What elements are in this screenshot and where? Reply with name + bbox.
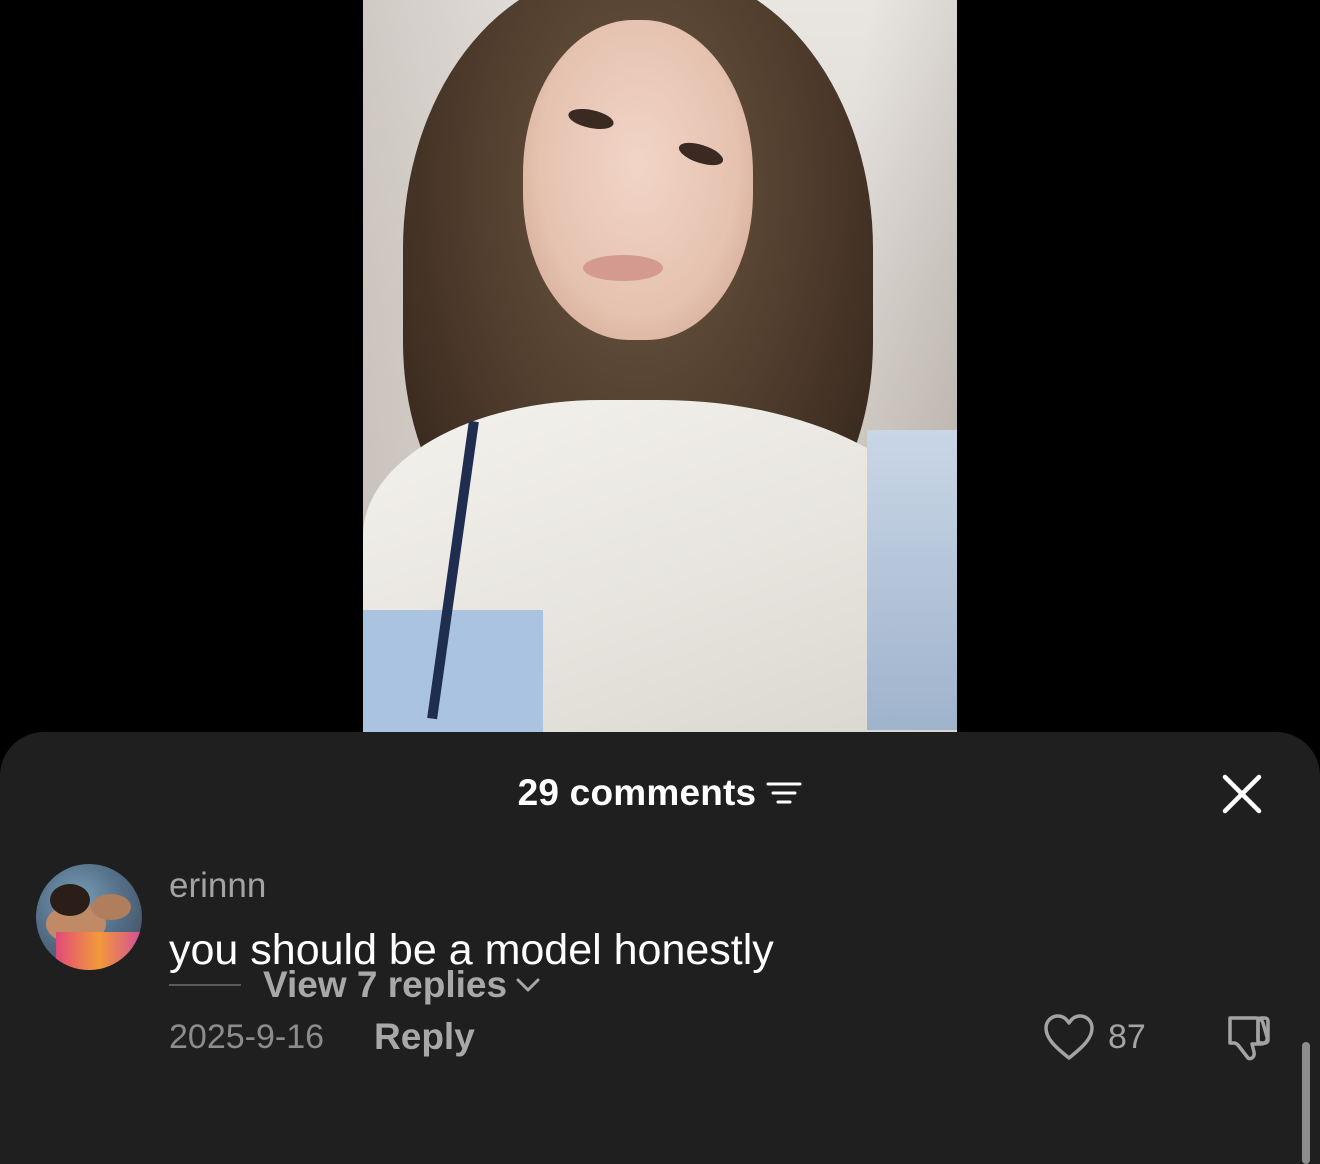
comments-count-group: 29 comments (518, 772, 803, 814)
comment-date: 2025-9-16 (169, 1017, 325, 1056)
video-subject-lips (583, 255, 663, 281)
video-player[interactable] (363, 0, 957, 740)
video-subject-jacket-detail (867, 430, 957, 730)
avatar[interactable] (36, 864, 142, 970)
reply-button[interactable]: Reply (374, 1016, 475, 1058)
like-count: 87 (1108, 1017, 1146, 1056)
video-subject-jacket-detail (363, 610, 543, 740)
like-button[interactable]: 87 (1042, 1012, 1146, 1062)
replies-divider (169, 984, 241, 986)
view-replies-button[interactable]: View 7 replies (169, 964, 541, 1006)
comment-username[interactable]: erinnn (169, 866, 266, 906)
heart-icon (1044, 1014, 1094, 1060)
scrollbar[interactable] (1302, 1042, 1310, 1164)
avatar-detail (56, 932, 142, 970)
close-icon[interactable] (1220, 772, 1264, 816)
video-subject-face (523, 20, 753, 340)
comment-meta: 2025-9-16 Reply (169, 1016, 475, 1058)
avatar-detail (50, 884, 90, 916)
comments-header: 29 comments (0, 772, 1320, 822)
comments-sheet: 29 comments erinnn you should be a model… (0, 732, 1320, 1164)
app-screen: 29 comments erinnn you should be a model… (0, 0, 1320, 1164)
chevron-down-icon (516, 978, 540, 992)
view-replies-label: View 7 replies (263, 964, 508, 1005)
comments-count-label: 29 comments (517, 772, 757, 813)
avatar-detail (91, 894, 131, 920)
filter-icon[interactable] (766, 780, 802, 806)
thumbs-down-icon[interactable] (1222, 1012, 1274, 1064)
